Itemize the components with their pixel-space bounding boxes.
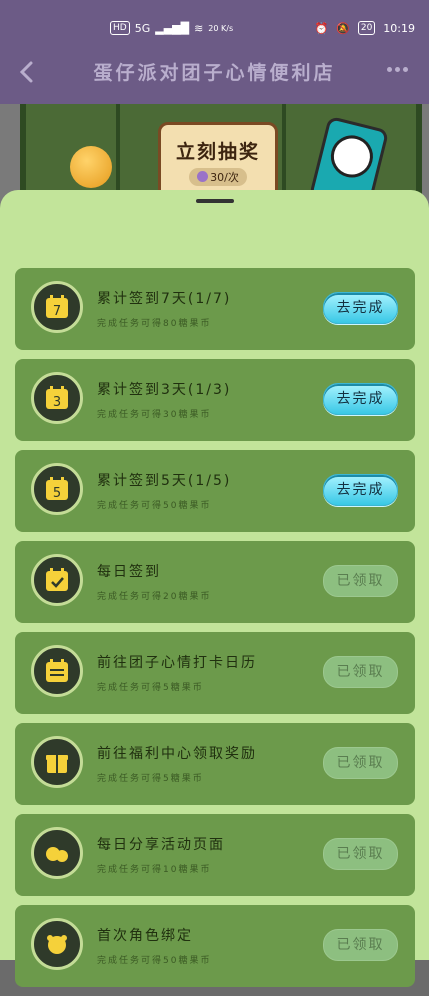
wifi-icon: ≋ <box>194 21 204 35</box>
task-sheet: 7 累计签到7天(1/7) 完成任务可得80糖果币 去完成 3 累计签到3天(1… <box>0 190 429 987</box>
task-name: 累计签到3天(1/3) <box>97 382 232 398</box>
task-item: 7 累计签到7天(1/7) 完成任务可得80糖果币 去完成 <box>15 268 415 350</box>
calendar-icon <box>31 645 83 697</box>
task-list: 7 累计签到7天(1/7) 完成任务可得80糖果币 去完成 3 累计签到3天(1… <box>15 268 415 996</box>
claimed-button[interactable]: 已领取 <box>323 929 398 961</box>
task-item: 前往福利中心领取奖励 完成任务可得5糖果币 已领取 <box>15 723 415 805</box>
calendar-check-icon <box>31 554 83 606</box>
page-title: 蛋仔派对团子心情便利店 <box>93 62 336 84</box>
go-complete-button[interactable]: 去完成 <box>323 383 398 415</box>
lottery-cost: 30/次 <box>189 168 247 186</box>
candy-coin-icon <box>197 171 209 182</box>
task-desc: 完成任务可得50糖果币 <box>97 501 212 511</box>
egg-character-icon <box>70 146 112 188</box>
task-desc: 完成任务可得10糖果币 <box>97 865 212 875</box>
share-icon <box>31 827 83 879</box>
task-name: 累计签到7天(1/7) <box>97 291 232 307</box>
svg-text:7: 7 <box>53 304 61 319</box>
claimed-button[interactable]: 已领取 <box>323 656 398 688</box>
task-item: 首次角色绑定 完成任务可得50糖果币 已领取 <box>15 905 415 987</box>
task-item: 每日签到 完成任务可得20糖果币 已领取 <box>15 541 415 623</box>
task-desc: 完成任务可得80糖果币 <box>97 319 212 329</box>
lottery-title: 立刻抽奖 <box>175 141 260 163</box>
more-icon[interactable] <box>387 62 415 76</box>
network-speed: 20 K/s <box>208 23 234 33</box>
task-item: 前往团子心情打卡日历 完成任务可得5糖果币 已领取 <box>15 632 415 714</box>
battery-level: 20 <box>357 21 376 35</box>
task-name: 前往团子心情打卡日历 <box>97 655 257 671</box>
calendar-3-icon: 3 <box>31 372 83 424</box>
status-bar: HD 5G ▂▄▆█ ≋ 20 K/s ⏰ 🔕 20 10:19 <box>0 18 429 42</box>
task-name: 每日分享活动页面 <box>97 837 225 853</box>
app-header: 蛋仔派对团子心情便利店 <box>0 52 429 96</box>
claimed-button[interactable]: 已领取 <box>323 565 398 597</box>
task-name: 累计签到5天(1/5) <box>97 473 232 489</box>
game-banner: 立刻抽奖 30/次 <box>0 104 429 213</box>
task-desc: 完成任务可得5糖果币 <box>97 683 204 693</box>
task-item: 每日分享活动页面 完成任务可得10糖果币 已领取 <box>15 814 415 896</box>
back-icon[interactable] <box>14 58 42 86</box>
mute-icon: 🔕 <box>336 21 350 35</box>
character-icon <box>31 918 83 970</box>
task-name: 首次角色绑定 <box>97 928 193 944</box>
gift-icon <box>31 736 83 788</box>
task-desc: 完成任务可得30糖果币 <box>97 410 212 420</box>
clock: 10:19 <box>383 21 415 35</box>
signal-icon: ▂▄▆█ <box>155 21 190 35</box>
svg-text:5: 5 <box>53 486 61 501</box>
task-name: 前往福利中心领取奖励 <box>97 746 257 762</box>
task-desc: 完成任务可得20糖果币 <box>97 592 212 602</box>
calendar-7-icon: 7 <box>31 281 83 333</box>
signal-5g: 5G <box>134 21 151 35</box>
sheet-handle[interactable] <box>196 199 234 203</box>
go-complete-button[interactable]: 去完成 <box>323 474 398 506</box>
task-name: 每日签到 <box>97 564 161 580</box>
claimed-button[interactable]: 已领取 <box>323 838 398 870</box>
hd-indicator: HD <box>110 21 130 35</box>
claimed-button[interactable]: 已领取 <box>323 747 398 779</box>
top-bar: HD 5G ▂▄▆█ ≋ 20 K/s ⏰ 🔕 20 10:19 蛋仔派对团子心… <box>0 0 429 104</box>
calendar-5-icon: 5 <box>31 463 83 515</box>
alarm-icon: ⏰ <box>314 21 329 35</box>
svg-text:3: 3 <box>53 395 61 410</box>
task-item: 3 累计签到3天(1/3) 完成任务可得30糖果币 去完成 <box>15 359 415 441</box>
go-complete-button[interactable]: 去完成 <box>323 292 398 324</box>
task-item: 5 累计签到5天(1/5) 完成任务可得50糖果币 去完成 <box>15 450 415 532</box>
task-desc: 完成任务可得5糖果币 <box>97 774 204 784</box>
